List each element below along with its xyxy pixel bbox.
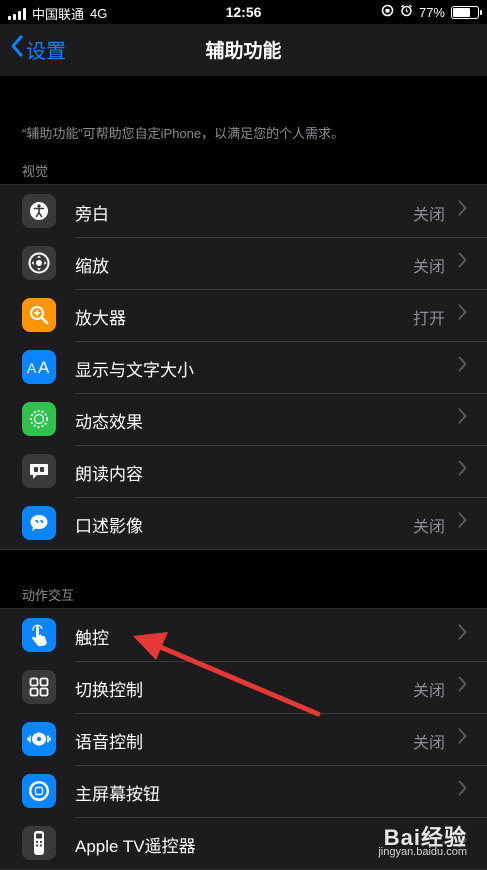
baidu-watermark-url: jingyan.baidu.com xyxy=(378,846,467,858)
navigation-bar: 设置 辅助功能 xyxy=(0,24,487,76)
orientation-lock-icon xyxy=(381,4,394,20)
row-value-voiceover: 关闭 xyxy=(412,207,445,224)
text-size-icon: AA xyxy=(22,350,56,384)
voice-control-icon xyxy=(22,722,56,756)
chevron-right-icon xyxy=(458,728,467,749)
alarm-icon xyxy=(400,4,413,20)
row-value-zoom: 关闭 xyxy=(412,259,445,276)
row-value-switch-control: 关闭 xyxy=(412,683,445,700)
switch-control-icon xyxy=(22,670,56,704)
page-title: 辅助功能 xyxy=(205,41,282,62)
row-voiceover[interactable]: 旁白 关闭 xyxy=(0,185,487,237)
status-bar: 中国联通 4G 12:56 77% xyxy=(0,0,487,24)
battery-percent: 77% xyxy=(418,4,445,20)
row-display-text-size[interactable]: AA 显示与文字大小 xyxy=(0,341,487,393)
row-label-zoom: 缩放 xyxy=(75,257,109,276)
chevron-right-icon xyxy=(458,624,467,645)
row-label-touch: 触控 xyxy=(75,629,109,648)
row-value-audio-descriptions: 关闭 xyxy=(412,519,445,536)
chevron-right-icon xyxy=(458,676,467,697)
row-motion[interactable]: 动态效果 xyxy=(0,393,487,445)
vision-list: 旁白 关闭 缩放 关闭 放大器 打开 AA 显示与文字大小 动态效果 朗读内容 … xyxy=(0,184,487,550)
row-value-voice-control: 关闭 xyxy=(412,735,445,752)
row-label-home-button: 主屏幕按钮 xyxy=(75,785,160,804)
row-label-display-text-size: 显示与文字大小 xyxy=(75,361,194,380)
row-value-magnifier: 打开 xyxy=(412,311,445,328)
row-label-apple-tv-remote: Apple TV遥控器 xyxy=(75,837,196,856)
row-label-magnifier: 放大器 xyxy=(75,309,126,328)
spoken-content-icon xyxy=(22,454,56,488)
magnifier-icon xyxy=(22,298,56,332)
row-label-switch-control: 切换控制 xyxy=(75,681,143,700)
row-label-motion: 动态效果 xyxy=(75,413,143,432)
page-description: “辅助功能”可帮助您自定iPhone，以满足您的个人需求。 xyxy=(22,126,345,141)
motion-icon xyxy=(22,402,56,436)
row-spoken-content[interactable]: 朗读内容 xyxy=(0,445,487,497)
touch-icon xyxy=(22,618,56,652)
chevron-right-icon xyxy=(458,356,467,377)
row-label-audio-descriptions: 口述影像 xyxy=(75,517,143,536)
home-button-icon xyxy=(22,774,56,808)
row-zoom[interactable]: 缩放 关闭 xyxy=(0,237,487,289)
row-voice-control[interactable]: 语音控制 关闭 xyxy=(0,713,487,765)
apple-tv-remote-icon xyxy=(22,826,56,860)
row-magnifier[interactable]: 放大器 打开 xyxy=(0,289,487,341)
row-touch[interactable]: 触控 xyxy=(0,609,487,661)
voiceover-icon xyxy=(22,194,56,228)
row-label-voiceover: 旁白 xyxy=(75,205,109,224)
chevron-right-icon xyxy=(458,460,467,481)
chevron-right-icon xyxy=(458,304,467,325)
chevron-right-icon xyxy=(458,512,467,533)
chevron-right-icon xyxy=(458,252,467,273)
row-switch-control[interactable]: 切换控制 关闭 xyxy=(0,661,487,713)
audio-description-icon xyxy=(22,506,56,540)
row-label-voice-control: 语音控制 xyxy=(75,733,143,752)
chevron-right-icon xyxy=(458,780,467,801)
chevron-right-icon xyxy=(458,408,467,429)
row-home-button[interactable]: 主屏幕按钮 xyxy=(0,765,487,817)
section-header-physical-motor: 动作交互 xyxy=(22,588,75,603)
row-audio-descriptions[interactable]: 口述影像 关闭 xyxy=(0,497,487,549)
svg-text:A: A xyxy=(27,360,37,376)
zoom-icon xyxy=(22,246,56,280)
row-label-spoken-content: 朗读内容 xyxy=(75,465,143,484)
battery-icon xyxy=(451,5,482,19)
chevron-right-icon xyxy=(458,200,467,221)
status-right: 77% xyxy=(381,4,482,20)
svg-text:A: A xyxy=(38,358,50,377)
section-header-vision: 视觉 xyxy=(22,164,49,179)
